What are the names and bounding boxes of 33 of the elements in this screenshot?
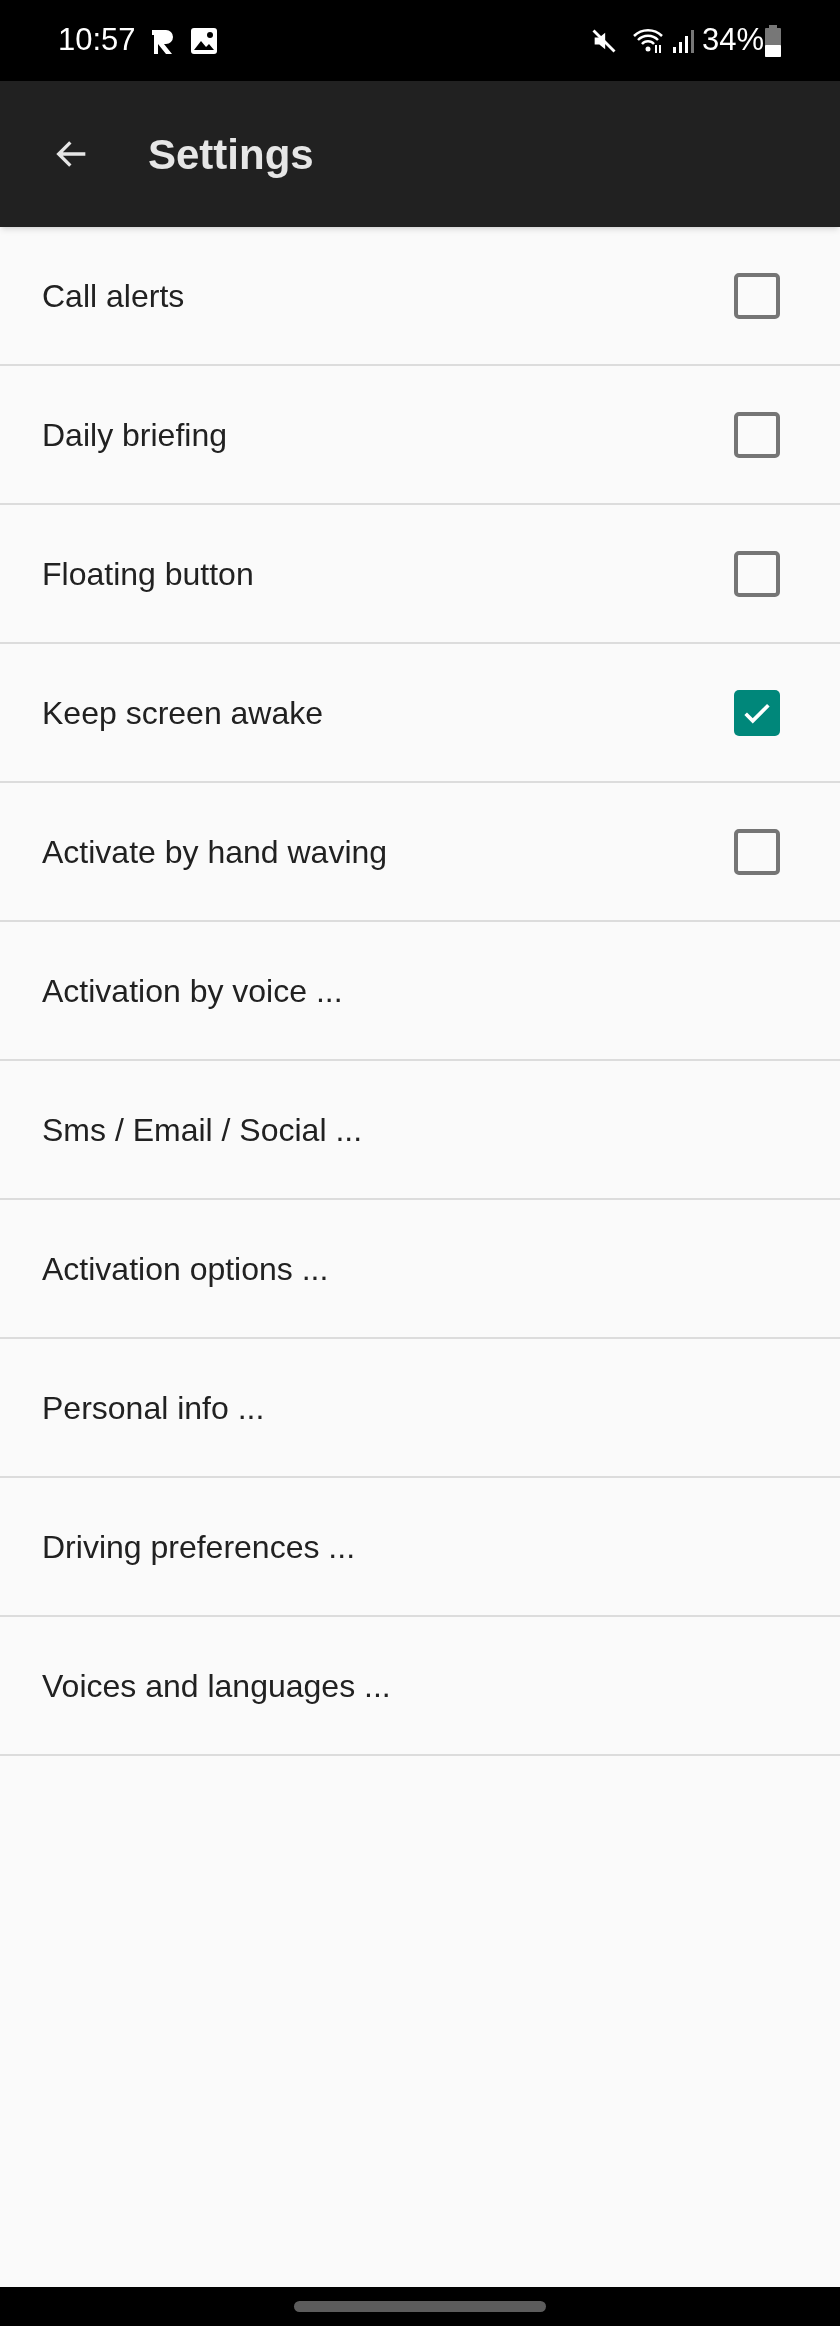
settings-row[interactable]: Activate by hand waving bbox=[0, 783, 840, 922]
setting-label: Driving preferences ... bbox=[42, 1527, 356, 1567]
settings-row[interactable]: Activation options ... bbox=[0, 1200, 840, 1339]
setting-label: Voices and languages ... bbox=[42, 1666, 392, 1706]
clock: 10:57 bbox=[58, 21, 136, 60]
setting-label: Keep screen awake bbox=[42, 693, 325, 733]
battery-percent: 34% bbox=[701, 21, 764, 60]
settings-row[interactable]: Sms / Email / Social ... bbox=[0, 1061, 840, 1200]
setting-label: Activation by voice ... bbox=[42, 971, 344, 1011]
settings-row[interactable]: Voices and languages ... bbox=[0, 1617, 840, 1756]
settings-row[interactable]: Daily briefing bbox=[0, 366, 840, 505]
settings-row[interactable]: Call alerts bbox=[0, 227, 840, 366]
settings-row[interactable]: Activation by voice ... bbox=[0, 922, 840, 1061]
checkbox[interactable] bbox=[734, 550, 780, 597]
setting-label: Activate by hand waving bbox=[42, 832, 389, 872]
checkbox[interactable] bbox=[734, 272, 780, 319]
setting-label: Activation options ... bbox=[42, 1249, 330, 1289]
settings-row[interactable]: Floating button bbox=[0, 505, 840, 644]
checkbox[interactable] bbox=[734, 411, 780, 458]
battery-icon bbox=[764, 24, 782, 57]
settings-row[interactable]: Keep screen awake bbox=[0, 644, 840, 783]
image-icon bbox=[189, 26, 218, 55]
checkbox[interactable] bbox=[734, 828, 780, 875]
settings-row[interactable]: Driving preferences ... bbox=[0, 1478, 840, 1617]
setting-label: Daily briefing bbox=[42, 415, 228, 455]
setting-label: Personal info ... bbox=[42, 1388, 266, 1428]
setting-label: Floating button bbox=[42, 554, 255, 594]
mute-icon bbox=[589, 26, 618, 55]
checkbox[interactable] bbox=[734, 689, 780, 736]
setting-label: Sms / Email / Social ... bbox=[42, 1110, 364, 1150]
settings-row[interactable]: Personal info ... bbox=[0, 1339, 840, 1478]
page-title: Settings bbox=[148, 129, 314, 180]
setting-label: Call alerts bbox=[42, 276, 186, 316]
